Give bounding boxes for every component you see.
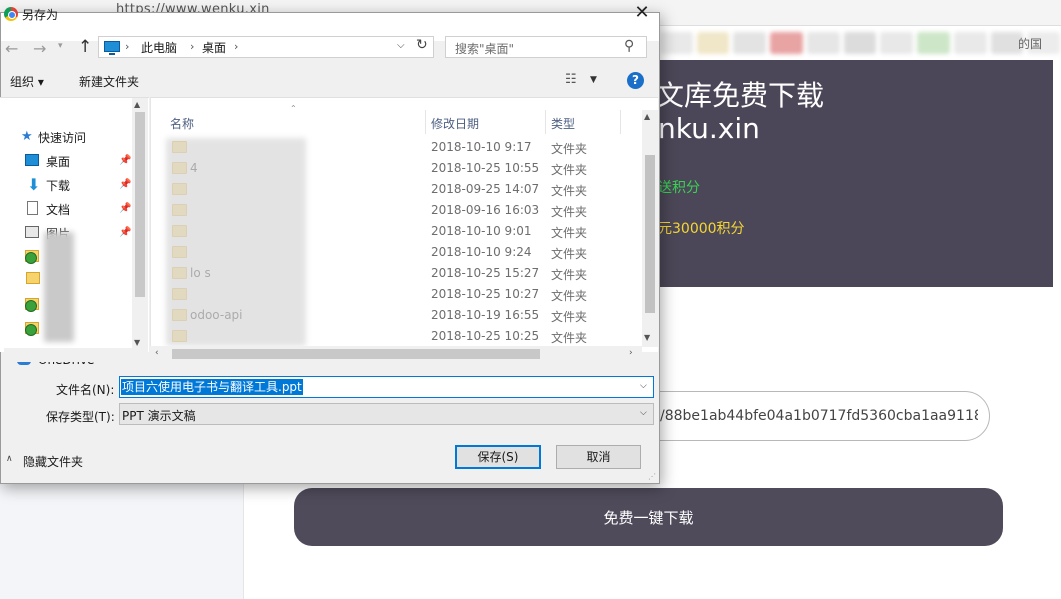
file-date: 2018-10-10 9:17 — [431, 140, 532, 154]
filetype-chevron-down-icon[interactable]: ⌵ — [640, 408, 647, 418]
scroll-left-icon[interactable]: ‹ — [155, 348, 159, 358]
back-arrow-icon[interactable]: ← — [5, 39, 18, 58]
nav-item-documents[interactable]: 文档 — [46, 201, 70, 218]
address-history-chevron-icon[interactable]: ⌵ — [397, 40, 405, 51]
picture-icon — [25, 226, 39, 238]
up-arrow-icon[interactable]: ↑ — [78, 37, 92, 57]
pin-icon: 📌 — [119, 227, 132, 238]
new-folder-button[interactable]: 新建文件夹 — [79, 73, 139, 90]
bookmarks-bar-blurred — [660, 32, 1061, 56]
file-date: 2018-10-25 10:25 — [431, 329, 540, 343]
sort-chevron-icon: ⌃ — [290, 104, 297, 113]
filename-label: 文件名(N): — [56, 383, 115, 397]
file-type: 文件夹 — [551, 289, 588, 303]
forward-arrow-icon[interactable]: → — [33, 39, 46, 58]
filename-value[interactable]: 项目六使用电子书与翻译工具.ppt — [121, 379, 303, 395]
file-type: 文件夹 — [551, 163, 588, 177]
refresh-icon[interactable]: ↻ — [416, 37, 428, 53]
save-button[interactable]: 保存(S) — [455, 445, 541, 469]
desktop-icon — [25, 154, 39, 166]
column-divider[interactable] — [425, 110, 426, 134]
column-header-type[interactable]: 类型 — [551, 115, 575, 132]
file-type: 文件夹 — [551, 184, 588, 198]
file-date: 2018-09-16 16:03 — [431, 203, 540, 217]
column-divider[interactable] — [620, 110, 621, 134]
nav-item-downloads[interactable]: 下载 — [46, 177, 70, 194]
breadcrumb-desktop[interactable]: 桌面 — [202, 39, 226, 56]
breadcrumb-chevron-icon[interactable]: › — [234, 40, 238, 53]
breadcrumb-chevron-icon[interactable]: › — [125, 40, 129, 53]
folder-icon — [26, 272, 40, 284]
collapse-chevron-icon[interactable]: ∧ — [6, 454, 13, 464]
document-link-value: /88be1ab44bfe04a1b0717fd5360cba1aa9118c1 — [660, 408, 978, 424]
file-date: 2018-10-25 10:55 — [431, 161, 540, 175]
cancel-button[interactable]: 取消 — [556, 445, 641, 469]
hide-folders-toggle[interactable]: 隐藏文件夹 — [23, 453, 83, 470]
sync-check-icon — [25, 324, 37, 336]
hero-promo-yellow: 元30000积分 — [658, 221, 745, 237]
breadcrumb-chevron-icon[interactable]: › — [190, 40, 194, 53]
sync-check-icon — [25, 300, 37, 312]
scroll-down-icon[interactable]: ▼ — [644, 333, 650, 342]
hero-promo-green: 送积分 — [658, 180, 700, 196]
breadcrumb-this-pc[interactable]: 此电脑 — [141, 39, 177, 56]
nav-horizontal-scrollbar[interactable] — [4, 348, 148, 362]
browser-extension-text: 的国 — [1018, 37, 1043, 51]
help-icon[interactable]: ? — [627, 72, 644, 89]
file-type: 文件夹 — [551, 205, 588, 219]
dialog-title: 另存为 — [22, 8, 59, 22]
view-options-icon[interactable]: ☷ — [565, 72, 577, 87]
file-date: 2018-10-19 16:55 — [431, 308, 540, 322]
download-icon: ⬇ — [27, 175, 41, 194]
sync-check-icon — [25, 252, 37, 264]
file-date: 2018-10-10 9:24 — [431, 245, 532, 259]
file-names-redacted — [166, 138, 306, 346]
search-placeholder: 搜索"桌面" — [455, 42, 515, 56]
close-button[interactable]: ✕ — [628, 2, 656, 26]
organize-menu-button[interactable]: 组织 ▾ — [10, 73, 44, 90]
computer-icon — [104, 41, 120, 55]
view-chevron-down-icon[interactable]: ▼ — [590, 75, 597, 85]
nav-quick-access[interactable]: 快速访问 — [38, 129, 86, 146]
file-type: 文件夹 — [551, 331, 588, 345]
pin-icon: 📌 — [119, 179, 132, 190]
column-divider[interactable] — [545, 110, 546, 134]
column-header-date[interactable]: 修改日期 — [431, 115, 479, 132]
column-header-name[interactable]: 名称 — [170, 115, 194, 132]
recent-locations-chevron-icon[interactable]: ▾ — [58, 41, 63, 51]
filetype-select[interactable] — [119, 403, 654, 425]
chrome-icon — [4, 7, 18, 21]
search-icon[interactable]: ⚲ — [624, 38, 634, 54]
scroll-right-icon[interactable]: › — [629, 348, 633, 358]
file-type: 文件夹 — [551, 310, 588, 324]
file-type: 文件夹 — [551, 226, 588, 240]
free-download-button[interactable]: 免费一键下载 — [294, 488, 1003, 546]
pin-icon: 📌 — [119, 155, 132, 166]
nav-scroll-up-icon[interactable]: ▲ — [134, 100, 140, 109]
nav-scroll-down-icon[interactable]: ▼ — [134, 338, 140, 347]
file-list-scrollbar-thumb[interactable] — [645, 155, 655, 313]
nav-scrollbar-thumb[interactable] — [135, 112, 145, 297]
pin-icon: 📌 — [119, 203, 132, 214]
file-type: 文件夹 — [551, 247, 588, 261]
file-date: 2018-09-25 14:07 — [431, 182, 540, 196]
file-type: 文件夹 — [551, 142, 588, 156]
file-type: 文件夹 — [551, 268, 588, 282]
star-icon: ★ — [21, 129, 33, 144]
file-date: 2018-10-25 10:27 — [431, 287, 540, 301]
filetype-label: 保存类型(T): — [46, 410, 115, 424]
page-left-panel — [0, 484, 244, 599]
resize-grip-icon[interactable]: ⋰ — [648, 472, 656, 481]
hero-title: 文库免费下载 — [656, 79, 825, 112]
nav-item-desktop[interactable]: 桌面 — [46, 153, 70, 170]
document-icon — [27, 201, 38, 215]
nav-items-redacted — [44, 232, 74, 342]
file-date: 2018-10-25 15:27 — [431, 266, 540, 280]
hero-domain: nku.xin — [658, 112, 760, 145]
scroll-up-icon[interactable]: ▲ — [644, 112, 650, 121]
file-list-hscrollbar-thumb[interactable] — [172, 349, 540, 359]
filename-chevron-down-icon[interactable]: ⌵ — [640, 381, 647, 391]
file-date: 2018-10-10 9:01 — [431, 224, 532, 238]
filetype-value: PPT 演示文稿 — [122, 409, 196, 423]
